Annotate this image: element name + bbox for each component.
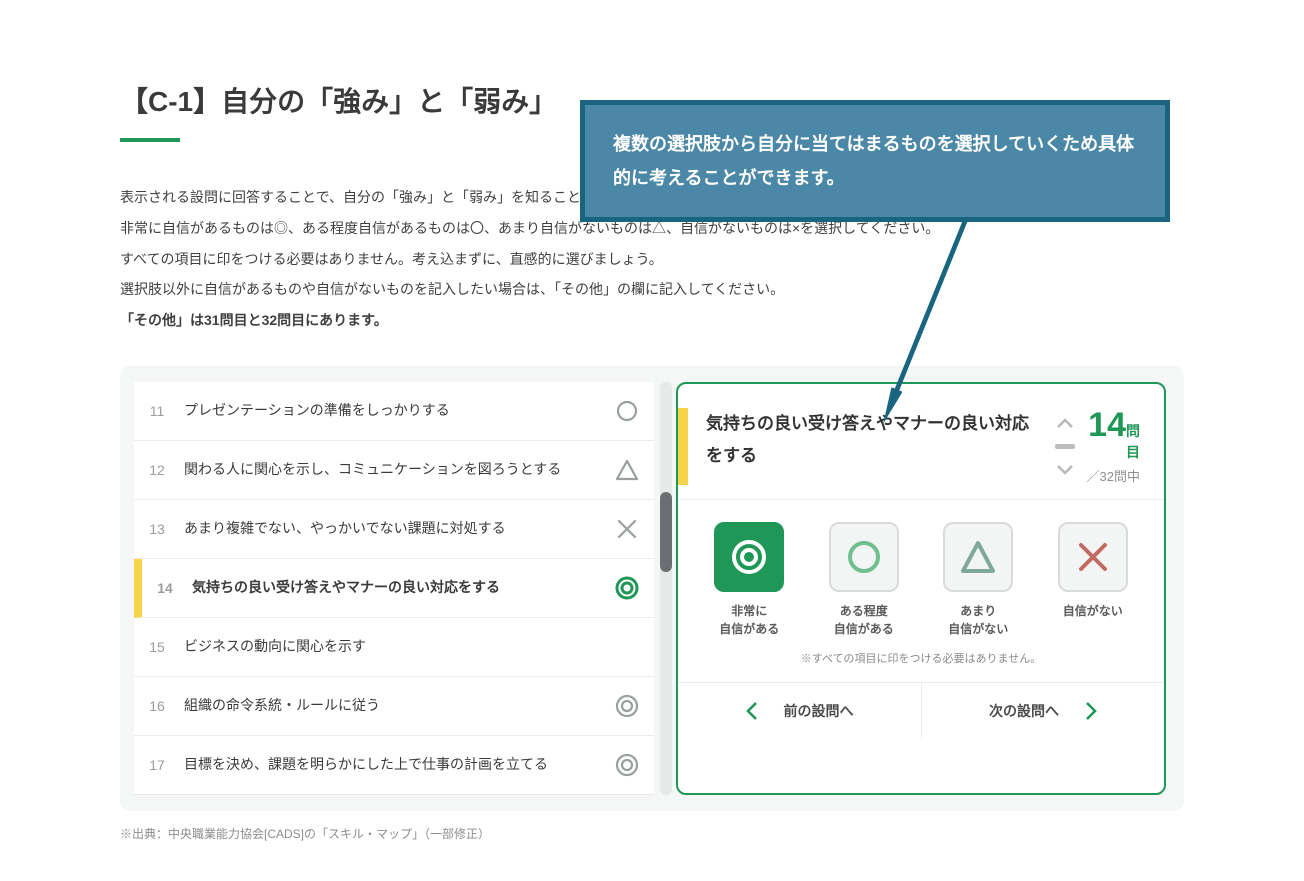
question-row[interactable]: 11 プレゼンテーションの準備をしっかりする <box>134 382 654 441</box>
choice-label: ある程度 自信がある <box>811 602 918 638</box>
question-number: 15 <box>144 639 170 655</box>
question-text: 目標を決め、課題を明らかにした上で仕事の計画を立てる <box>184 754 600 775</box>
scrollbar-track[interactable] <box>660 382 672 795</box>
chevron-up-icon[interactable] <box>1057 418 1073 428</box>
empty-mark-icon <box>614 634 640 660</box>
nav-row: 前の設問へ 次の設問へ <box>678 682 1164 739</box>
triangle-icon <box>958 537 998 577</box>
question-text: ビジネスの動向に関心を示す <box>184 636 600 657</box>
question-row[interactable]: 15 ビジネスの動向に関心を示す <box>134 618 654 677</box>
cross-icon <box>1073 537 1113 577</box>
next-label: 次の設問へ <box>989 701 1059 721</box>
question-row[interactable]: 14 気持ちの良い受け答えやマナーの良い対応をする <box>134 559 654 618</box>
choice-box-double[interactable] <box>714 522 784 592</box>
title-underline <box>120 138 180 142</box>
choice-label: あまり 自信がない <box>925 602 1032 638</box>
choice-cross[interactable]: 自信がない <box>1040 522 1147 638</box>
detail-header: 気持ちの良い受け答えやマナーの良い対応をする 14問目 ／32問中 <box>678 384 1164 500</box>
question-number: 11 <box>144 403 170 419</box>
chevron-right-icon <box>1085 702 1097 720</box>
question-detail-card: 気持ちの良い受け答えやマナーの良い対応をする 14問目 ／32問中 <box>676 382 1166 795</box>
question-text: プレゼンテーションの準備をしっかりする <box>184 400 600 421</box>
question-row[interactable]: 13 あまり複雑でない、やっかいでない課題に対処する <box>134 500 654 559</box>
choice-label: 非常に 自信がある <box>696 602 803 638</box>
detail-accent-bar <box>678 408 688 485</box>
current-question-suffix: 問目 <box>1126 423 1140 460</box>
question-text: 組織の命令系統・ルールに従う <box>184 695 600 716</box>
triangle-mark-icon <box>614 457 640 483</box>
circle-mark-icon <box>614 398 640 424</box>
next-question-button[interactable]: 次の設問へ <box>921 683 1164 739</box>
choice-box-triangle[interactable] <box>943 522 1013 592</box>
double-icon <box>729 537 769 577</box>
annotation-callout: 複数の選択肢から自分に当てはまるものを選択していくため具体的に考えることができま… <box>580 100 1170 222</box>
detail-question-text: 気持ちの良い受け答えやマナーの良い対応をする <box>706 408 1045 485</box>
question-number: 12 <box>144 462 170 478</box>
choice-circle[interactable]: ある程度 自信がある <box>811 522 918 638</box>
counter-handle-icon[interactable] <box>1055 444 1075 449</box>
double-mark-icon <box>614 752 640 778</box>
scrollbar-thumb[interactable] <box>660 492 672 572</box>
intro-line-5: 「その他」は31問目と32問目にあります。 <box>120 305 1184 336</box>
question-row[interactable]: 16 組織の命令系統・ルールに従う <box>134 677 654 736</box>
prev-question-button[interactable]: 前の設問へ <box>678 683 921 739</box>
choice-note: ※すべての項目に印をつける必要はありません。 <box>678 644 1164 682</box>
current-question-number: 14 <box>1088 406 1126 444</box>
question-text: あまり複雑でない、やっかいでない課題に対処する <box>184 518 600 539</box>
chevron-left-icon <box>746 702 758 720</box>
choice-label: 自信がない <box>1040 602 1147 620</box>
choice-box-circle[interactable] <box>829 522 899 592</box>
choice-triangle[interactable]: あまり 自信がない <box>925 522 1032 638</box>
question-number: 14 <box>152 580 178 596</box>
detail-counter: 14問目 ／32問中 <box>1045 408 1140 485</box>
question-panel: 11 プレゼンテーションの準備をしっかりする 12 関わる人に関心を示し、コミュニケー… <box>120 366 1184 811</box>
choice-double[interactable]: 非常に 自信がある <box>696 522 803 638</box>
circle-icon <box>844 537 884 577</box>
intro-line-3: すべての項目に印をつける必要はありません。考え込まずに、直感的に選びましょう。 <box>120 244 1184 275</box>
question-row[interactable]: 17 目標を決め、課題を明らかにした上で仕事の計画を立てる <box>134 736 654 795</box>
choice-row: 非常に 自信があるある程度 自信があるあまり 自信がない自信がない <box>678 500 1164 644</box>
intro-line-4: 選択肢以外に自信があるものや自信がないものを記入したい場合は、「その他」の欄に記… <box>120 274 1184 305</box>
total-question-count: ／32問中 <box>1083 466 1140 485</box>
choice-box-cross[interactable] <box>1058 522 1128 592</box>
question-text: 関わる人に関心を示し、コミュニケーションを図ろうとする <box>184 459 600 480</box>
question-list: 11 プレゼンテーションの準備をしっかりする 12 関わる人に関心を示し、コミュニケー… <box>134 382 654 795</box>
chevron-down-icon[interactable] <box>1057 465 1073 475</box>
double-mark-icon <box>614 575 640 601</box>
prev-label: 前の設問へ <box>784 701 854 721</box>
question-number: 13 <box>144 521 170 537</box>
question-row[interactable]: 12 関わる人に関心を示し、コミュニケーションを図ろうとする <box>134 441 654 500</box>
question-number: 16 <box>144 698 170 714</box>
question-text: 気持ちの良い受け答えやマナーの良い対応をする <box>192 577 600 598</box>
question-number: 17 <box>144 757 170 773</box>
double-mark-icon <box>614 693 640 719</box>
cross-mark-icon <box>614 516 640 542</box>
source-footnote: ※出典：中央職業能力協会[CADS]の「スキル・マップ」（一部修正） <box>120 825 1184 842</box>
